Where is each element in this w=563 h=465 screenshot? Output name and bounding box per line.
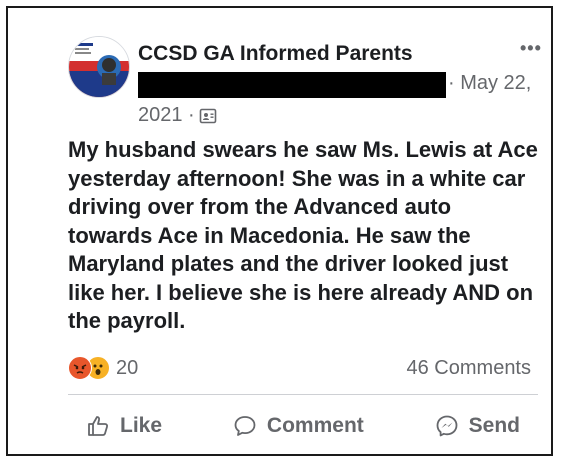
post-date[interactable]: · May 22, [448, 72, 531, 95]
post-body: My husband swears he saw Ms. Lewis at Ac… [68, 137, 538, 333]
messenger-icon [435, 414, 459, 438]
group-audience-icon [199, 107, 217, 125]
group-name[interactable]: CCSD GA Informed Parents [138, 42, 413, 66]
comment-icon [233, 414, 257, 438]
reactions-summary[interactable]: 20 [68, 356, 138, 380]
group-avatar[interactable] [68, 36, 130, 98]
reaction-count: 20 [116, 356, 139, 379]
post-card: CCSD GA Informed Parents ••• · May 22, 2… [6, 6, 553, 456]
thumbs-up-icon [86, 414, 110, 438]
post-meta: 2021 · [138, 104, 217, 127]
redacted-author [138, 72, 446, 98]
post-header: CCSD GA Informed Parents ••• · May 22, 2… [68, 36, 541, 126]
comment-label: Comment [266, 414, 364, 437]
send-button[interactable]: Send [417, 414, 538, 438]
post-year[interactable]: 2021 · [138, 104, 195, 127]
comment-button[interactable]: Comment [215, 414, 382, 438]
send-label: Send [468, 414, 520, 437]
like-button[interactable]: Like [68, 414, 180, 438]
comments-count[interactable]: 46 Comments [407, 357, 532, 380]
post-actions: Like Comment Send [68, 408, 538, 444]
like-label: Like [120, 414, 163, 437]
angry-icon [68, 356, 92, 380]
divider [68, 394, 538, 395]
group-avatar-image [69, 37, 129, 97]
more-options-icon[interactable]: ••• [520, 38, 542, 59]
